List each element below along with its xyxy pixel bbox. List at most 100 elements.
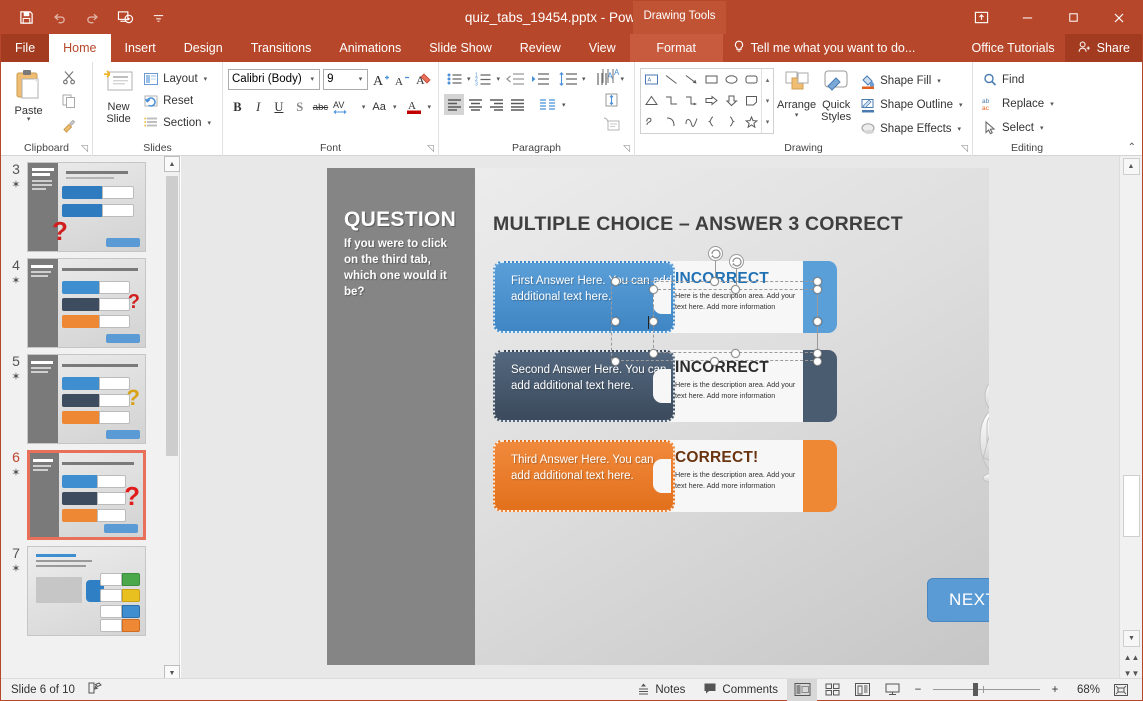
shape-down-arrow[interactable] (721, 90, 741, 111)
answer-3-left-panel[interactable]: Third Answer Here. You can add additiona… (493, 440, 675, 512)
line-spacing-dropdown-arrow[interactable]: ▾ (580, 75, 588, 83)
increase-indent-button[interactable] (528, 68, 552, 89)
answer-tab-3[interactable]: CORRECT! Here is the description area. A… (493, 440, 837, 512)
columns-button[interactable] (537, 94, 559, 115)
notes-button[interactable]: Notes (628, 679, 694, 701)
decrease-font-size-button[interactable]: A (393, 68, 412, 90)
tab-view[interactable]: View (575, 34, 630, 62)
shape-arc[interactable] (661, 111, 681, 132)
redo-icon[interactable] (81, 7, 103, 29)
shapes-scroll-up[interactable]: ▴ (762, 69, 773, 90)
find-button[interactable]: Find (978, 70, 1076, 90)
minimize-button[interactable] (1004, 1, 1050, 34)
font-dialog-launcher[interactable]: ◹ (427, 143, 434, 154)
answer-2-left-panel[interactable]: Second Answer Here. You can add addition… (493, 350, 675, 422)
character-spacing-dropdown-arrow[interactable]: ▾ (360, 103, 368, 111)
zoom-slider[interactable] (929, 679, 1044, 701)
answer-1-description-box[interactable]: INCORRECT Here is the description area. … (663, 261, 815, 333)
select-button[interactable]: Select ▾ (978, 118, 1076, 138)
slide-show-view-button[interactable] (877, 679, 907, 701)
answer-3-description-box[interactable]: CORRECT! Here is the description area. A… (663, 440, 815, 512)
shapes-gallery[interactable]: A ▴ ▾ ▾ (640, 68, 774, 134)
normal-view-button[interactable] (787, 679, 817, 701)
shape-rounded-rectangle[interactable] (741, 69, 761, 90)
previous-slide-button[interactable]: ▲▲ (1123, 653, 1140, 663)
layout-button[interactable]: Layout ▾ (139, 69, 217, 89)
section-dropdown-arrow[interactable]: ▾ (205, 119, 213, 127)
character-spacing-button[interactable]: AV (332, 96, 358, 118)
copy-icon[interactable] (61, 93, 77, 114)
reset-button[interactable]: Reset (139, 91, 217, 111)
section-button[interactable]: Section ▾ (139, 113, 217, 133)
italic-button[interactable]: I (249, 96, 268, 118)
shape-triangle[interactable] (641, 90, 661, 111)
shape-right-brace[interactable] (721, 111, 741, 132)
shape-scribble[interactable] (641, 111, 661, 132)
tab-animations[interactable]: Animations (325, 34, 415, 62)
shapes-scroll-down[interactable]: ▾ (762, 90, 773, 111)
clear-formatting-button[interactable]: A (414, 68, 433, 90)
paste-dropdown-arrow[interactable]: ▾ (27, 117, 31, 122)
thumbnail-slide-4[interactable]: ? (27, 258, 146, 348)
shape-elbow-arrow-connector[interactable] (681, 90, 701, 111)
shape-right-arrow[interactable] (701, 90, 721, 111)
shape-folded-corner[interactable] (741, 90, 761, 111)
shape-effects-dropdown-arrow[interactable]: ▾ (956, 125, 964, 133)
font-color-dropdown-arrow[interactable]: ▾ (425, 103, 433, 111)
format-painter-icon[interactable] (61, 117, 77, 138)
collapse-ribbon-button[interactable]: ⌃ (1128, 142, 1136, 153)
shape-line[interactable] (661, 69, 681, 90)
canvas-scroll-down[interactable]: ▼ (1123, 630, 1140, 647)
answer-2-description-box[interactable]: INCORRECT Here is the description area. … (663, 350, 815, 422)
font-size-dropdown-arrow[interactable]: ▾ (357, 75, 365, 83)
font-family-combobox[interactable]: Calibri (Body) ▾ (228, 69, 320, 90)
align-text-button[interactable]: A (600, 66, 626, 86)
thumbnail-item[interactable]: 7 ✶ (1, 540, 164, 636)
shape-outline-button[interactable]: Shape Outline ▾ (856, 95, 968, 115)
shape-textbox[interactable]: A (641, 69, 661, 90)
thumbnail-item[interactable]: 4 ✶ ? (1, 252, 164, 348)
thumbnail-pane-scrollbar[interactable]: ▲ ▼ (164, 156, 180, 681)
layout-dropdown-arrow[interactable]: ▾ (202, 75, 210, 83)
tab-review[interactable]: Review (506, 34, 575, 62)
shapes-gallery-scrollbar[interactable]: ▴ ▾ ▾ (761, 69, 773, 133)
shape-left-brace[interactable] (701, 111, 721, 132)
thumbnail-slide-5[interactable]: ? (27, 354, 146, 444)
answer-tab-2[interactable]: INCORRECT Here is the description area. … (493, 350, 837, 422)
replace-dropdown-arrow[interactable]: ▾ (1048, 100, 1056, 108)
convert-to-smartart-button[interactable] (600, 114, 626, 134)
start-presentation-icon[interactable] (114, 7, 136, 29)
tab-insert[interactable]: Insert (111, 34, 170, 62)
tell-me-search[interactable]: Tell me what you want to do... (723, 34, 926, 62)
zoom-out-button[interactable]: − (907, 679, 929, 701)
bullets-dropdown-arrow[interactable]: ▾ (465, 75, 473, 83)
zoom-level-label[interactable]: 68% (1066, 684, 1106, 696)
tab-file[interactable]: File (1, 34, 49, 62)
slide-surface[interactable]: QUESTION If you were to click on the thi… (327, 168, 989, 665)
tab-format[interactable]: Format (630, 34, 723, 62)
thumbnail-slide-7[interactable] (27, 546, 146, 636)
thumbnail-item-current[interactable]: 6 ✶ ? (1, 444, 164, 540)
decrease-indent-button[interactable] (503, 68, 527, 89)
underline-button[interactable]: U (270, 96, 289, 118)
thumbnail-slide-3[interactable]: ? (27, 162, 146, 252)
columns-dropdown-arrow[interactable]: ▾ (560, 101, 568, 109)
font-family-dropdown-arrow[interactable]: ▾ (309, 75, 317, 83)
shape-rectangle[interactable] (701, 69, 721, 90)
align-left-button[interactable] (444, 94, 464, 115)
increase-font-size-button[interactable]: A (371, 68, 390, 90)
shape-effects-button[interactable]: Shape Effects ▾ (856, 119, 968, 139)
undo-icon[interactable] (48, 7, 70, 29)
justify-button[interactable] (507, 94, 527, 115)
zoom-in-button[interactable]: + (1044, 679, 1066, 701)
restore-button[interactable] (1050, 1, 1096, 34)
slide-sorter-view-button[interactable] (817, 679, 847, 701)
thumbnail-slide-6[interactable]: ? (27, 450, 146, 540)
notes-page-icon[interactable] (87, 681, 103, 698)
thumbnail-scroll-up[interactable]: ▲ (164, 156, 180, 172)
shape-elbow-connector[interactable] (661, 90, 681, 111)
cut-icon[interactable] (61, 69, 77, 90)
tab-transitions[interactable]: Transitions (237, 34, 326, 62)
bullets-button[interactable] (444, 68, 464, 89)
text-shadow-button[interactable]: S (290, 96, 309, 118)
